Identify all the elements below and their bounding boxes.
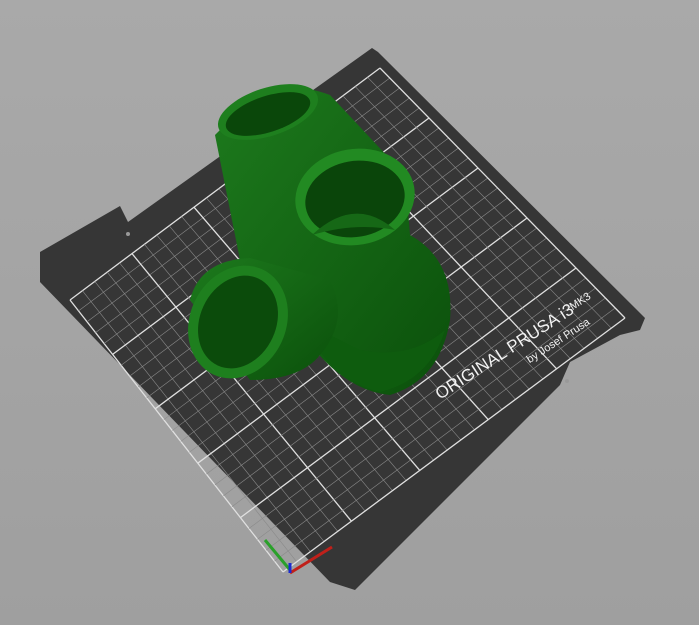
3d-viewport[interactable]: ORIGINAL PRUSA i3 MK3 by Josef Prusa bbox=[0, 0, 699, 625]
scene[interactable]: ORIGINAL PRUSA i3 MK3 by Josef Prusa bbox=[0, 0, 699, 625]
bed-hole bbox=[565, 379, 569, 383]
bed-hole bbox=[126, 232, 130, 236]
